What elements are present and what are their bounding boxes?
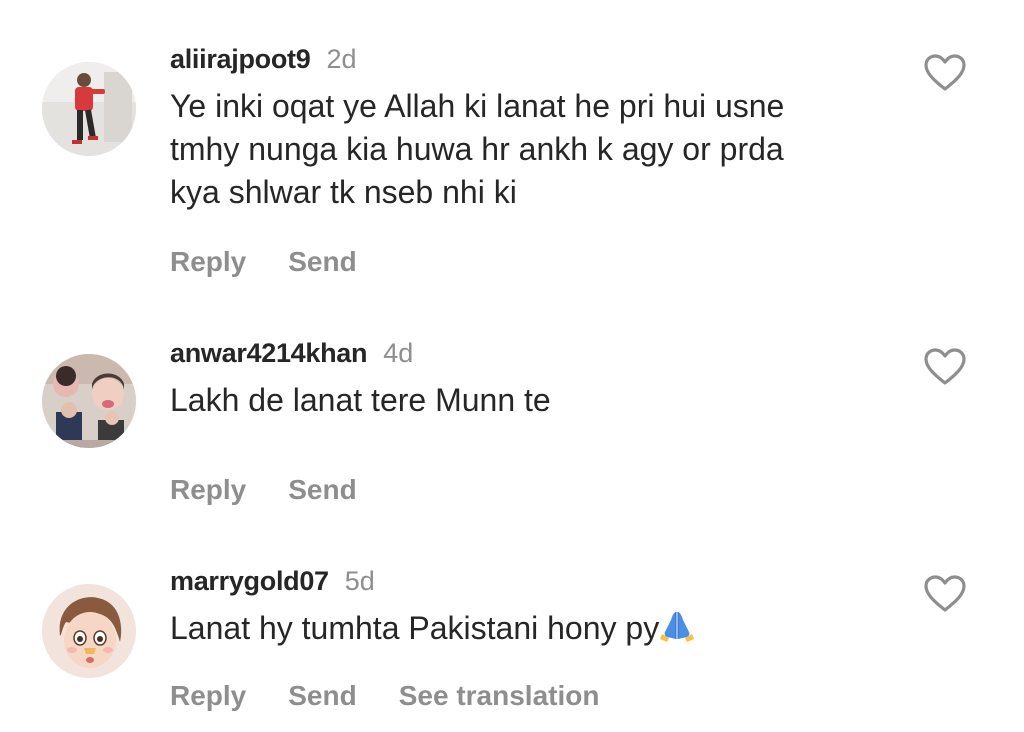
- comment-age: 4d: [383, 338, 414, 368]
- username[interactable]: aliirajpoot9: [170, 44, 311, 75]
- avatar-image: [42, 354, 136, 448]
- comment-text: Lakh de lanat tere Munn te: [170, 382, 551, 418]
- comment-body: aliirajpoot9 2d Ye inki oqat ye Allah ki…: [170, 44, 890, 214]
- comment-text-line: Ye inki oqat ye Allah ki lanat he pri hu…: [170, 88, 785, 124]
- comment-text: Ye inki oqat ye Allah ki lanat he pri hu…: [170, 85, 890, 214]
- comment-age: 2d: [326, 44, 357, 74]
- reply-button[interactable]: Reply: [170, 246, 246, 278]
- avatar-image: [42, 62, 136, 156]
- send-button[interactable]: Send: [288, 246, 356, 278]
- reply-button[interactable]: Reply: [170, 680, 246, 712]
- comment-text-line: kya shlwar tk nseb nhi ki: [170, 174, 517, 210]
- comment-actions: Reply Send: [170, 474, 399, 506]
- comment-text-line: tmhy nunga kia huwa hr ankh k agy or prd…: [170, 131, 784, 167]
- like-heart-icon[interactable]: [924, 575, 966, 613]
- folded-hands-icon: [659, 608, 695, 642]
- comment-meta: anwar4214khan 4d: [170, 338, 890, 369]
- send-button[interactable]: Send: [288, 680, 356, 712]
- send-button[interactable]: Send: [288, 474, 356, 506]
- comment-meta: marrygold07 5d: [170, 566, 890, 597]
- avatar[interactable]: [42, 584, 136, 678]
- comment-age: 5d: [344, 566, 375, 596]
- comment-body: marrygold07 5d Lanat hy tumhta Pakistani…: [170, 566, 890, 650]
- comment-text: Lanat hy tumhta Pakistani hony py: [170, 607, 890, 650]
- comment-actions: Reply Send See translation: [170, 680, 641, 712]
- like-heart-icon[interactable]: [924, 348, 966, 386]
- comment-actions: Reply Send: [170, 246, 399, 278]
- avatar[interactable]: [42, 62, 136, 156]
- like-heart-icon[interactable]: [924, 54, 966, 92]
- comment-meta: aliirajpoot9 2d: [170, 44, 890, 75]
- avatar[interactable]: [42, 354, 136, 448]
- comment-body: anwar4214khan 4d Lakh de lanat tere Munn…: [170, 338, 890, 422]
- username[interactable]: anwar4214khan: [170, 338, 368, 369]
- avatar-image: [42, 584, 136, 678]
- username[interactable]: marrygold07: [170, 566, 329, 597]
- reply-button[interactable]: Reply: [170, 474, 246, 506]
- comment-text-content: Lanat hy tumhta Pakistani hony py: [170, 610, 660, 646]
- see-translation-button[interactable]: See translation: [399, 680, 600, 712]
